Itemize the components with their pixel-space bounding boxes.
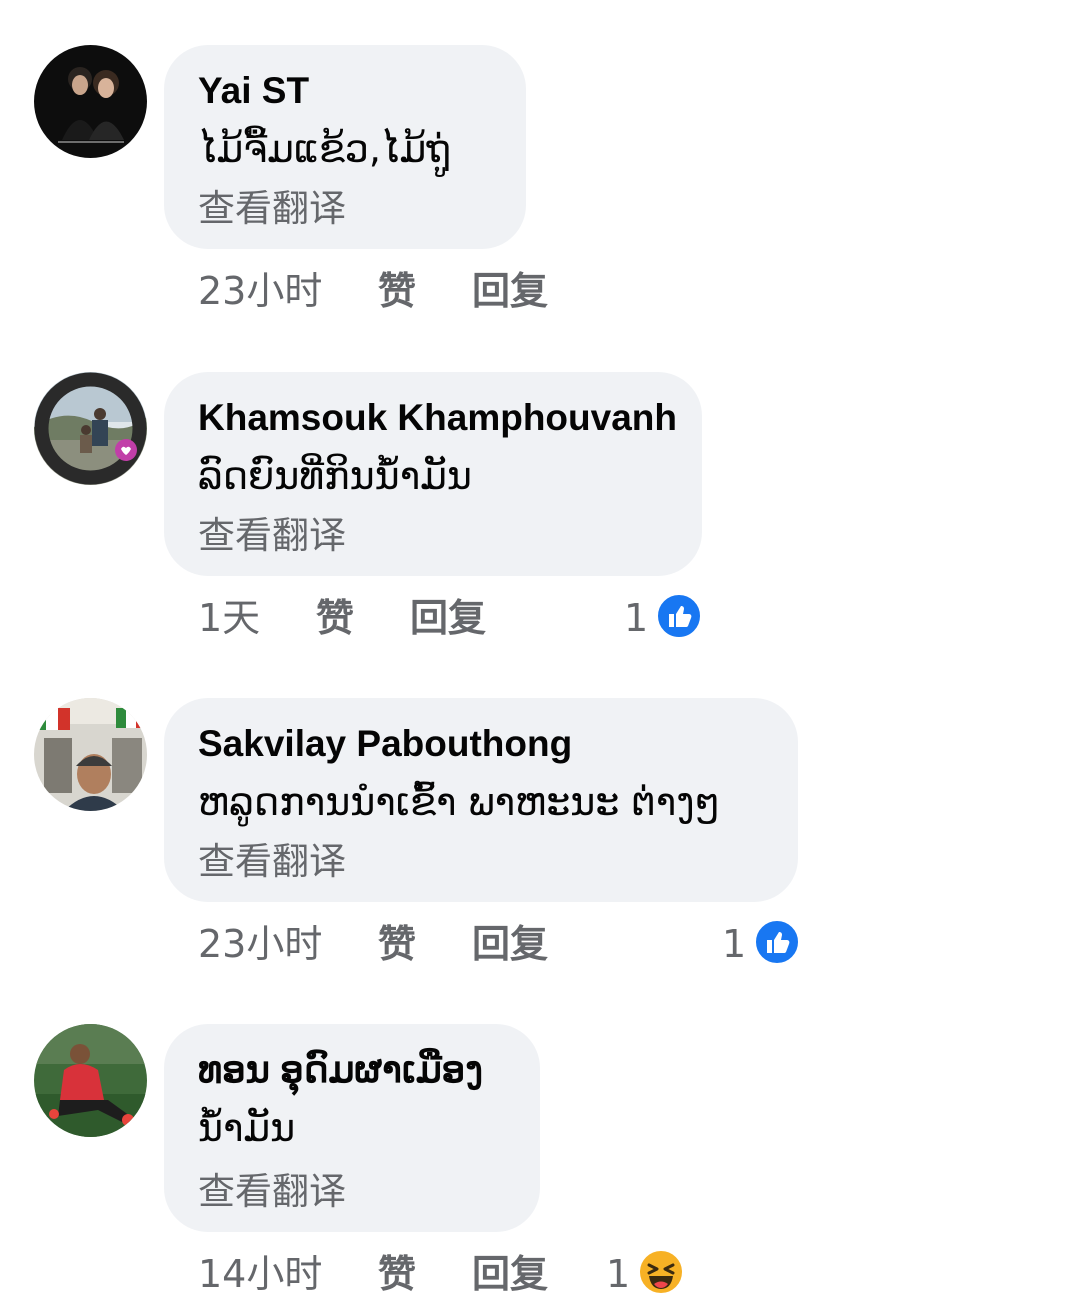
reply-button[interactable]: 回复 bbox=[472, 269, 548, 313]
reaction-count[interactable]: 1 bbox=[606, 1252, 630, 1296]
like-button[interactable]: 赞 bbox=[378, 922, 416, 966]
comment-text: ນໍ້າມັນ bbox=[198, 1106, 296, 1150]
comment-author[interactable]: Yai ST bbox=[198, 69, 309, 113]
comment-time[interactable]: 23小时 bbox=[198, 922, 322, 966]
like-button[interactable]: 赞 bbox=[378, 269, 416, 313]
comment-author[interactable]: Khamsouk Khamphouvanh bbox=[198, 396, 677, 440]
avatar[interactable] bbox=[34, 372, 147, 485]
reply-button[interactable]: 回复 bbox=[410, 596, 486, 640]
avatar-image bbox=[34, 698, 147, 811]
like-button[interactable]: 赞 bbox=[316, 596, 354, 640]
avatar-image bbox=[34, 45, 147, 158]
comment-item: Khamsouk Khamphouvanh ລົດຍົນທີ່ກິນນໍ້າມັ… bbox=[0, 372, 1080, 642]
avatar[interactable] bbox=[34, 45, 147, 158]
reply-button[interactable]: 回复 bbox=[472, 1252, 548, 1296]
comment-time[interactable]: 1天 bbox=[198, 596, 260, 640]
reaction-count[interactable]: 1 bbox=[722, 922, 746, 966]
comment-meta: 23小时 赞 回复 bbox=[0, 269, 1080, 313]
avatar-image bbox=[34, 1024, 147, 1137]
avatar-image bbox=[34, 372, 147, 485]
reaction-count[interactable]: 1 bbox=[624, 596, 648, 640]
see-translation-link[interactable]: 查看翻译 bbox=[198, 187, 346, 231]
avatar[interactable] bbox=[34, 1024, 147, 1137]
like-reaction-icon[interactable] bbox=[754, 919, 800, 965]
comment-item: Sakvilay Pabouthong ຫລູດການນໍາເຂົ້າ ພາຫະ… bbox=[0, 698, 1080, 968]
haha-reaction-icon[interactable] bbox=[638, 1249, 684, 1295]
avatar[interactable] bbox=[34, 698, 147, 811]
comment-author[interactable]: ທອນ ອຸດົມຜາເມືອງ bbox=[198, 1048, 483, 1092]
reply-button[interactable]: 回复 bbox=[472, 922, 548, 966]
comment-author[interactable]: Sakvilay Pabouthong bbox=[198, 722, 572, 766]
see-translation-link[interactable]: 查看翻译 bbox=[198, 1170, 346, 1214]
comment-text: ລົດຍົນທີ່ກິນນໍ້າມັນ bbox=[198, 454, 472, 498]
comment-text: ຫລູດການນໍາເຂົ້າ ພາຫະນະ ຕ່າງໆ bbox=[198, 780, 721, 824]
comment-meta: 23小时 赞 回复 1 bbox=[0, 919, 1080, 966]
comment-item: ທອນ ອຸດົມຜາເມືອງ ນໍ້າມັນ 查看翻译 14小时 赞 回复 … bbox=[0, 1024, 1080, 1304]
comment-time[interactable]: 14小时 bbox=[198, 1252, 322, 1296]
comment-time[interactable]: 23小时 bbox=[198, 269, 322, 313]
like-button[interactable]: 赞 bbox=[378, 1252, 416, 1296]
like-reaction-icon[interactable] bbox=[656, 593, 702, 639]
see-translation-link[interactable]: 查看翻译 bbox=[198, 514, 346, 558]
comment-meta: 14小时 赞 回复 1 bbox=[0, 1249, 1080, 1296]
comment-item: Yai ST ໄມ້ຈື້ມແຂ້ວ,ໄມ້ຖູ່ 查看翻译 23小时 赞 回复 bbox=[0, 45, 1080, 315]
comment-meta: 1天 赞 回复 1 bbox=[0, 593, 1080, 640]
comment-text: ໄມ້ຈື້ມແຂ້ວ,ໄມ້ຖູ່ bbox=[198, 127, 451, 171]
see-translation-link[interactable]: 查看翻译 bbox=[198, 840, 346, 884]
